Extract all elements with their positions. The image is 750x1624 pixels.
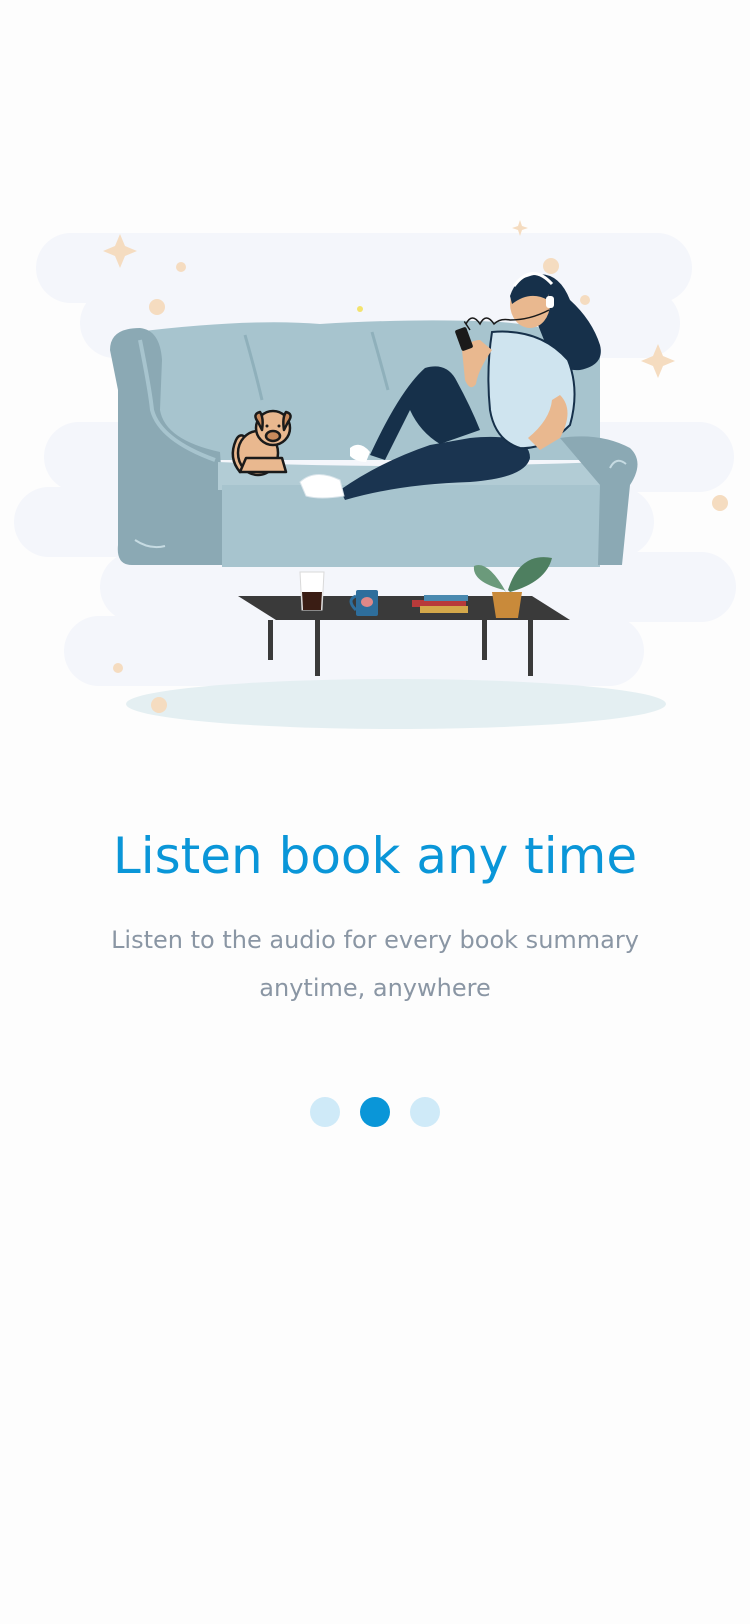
page-subtitle: Listen to the audio for every book summa… xyxy=(111,926,639,1002)
page-title: Listen book any time xyxy=(112,827,638,885)
pagination-dot-1[interactable] xyxy=(310,1097,340,1127)
onboarding-illustration xyxy=(14,220,736,729)
floor-shadow xyxy=(126,679,666,729)
pagination-indicator xyxy=(0,1097,750,1127)
pagination-dot-2-active[interactable] xyxy=(360,1097,390,1127)
pagination-dot-3[interactable] xyxy=(410,1097,440,1127)
